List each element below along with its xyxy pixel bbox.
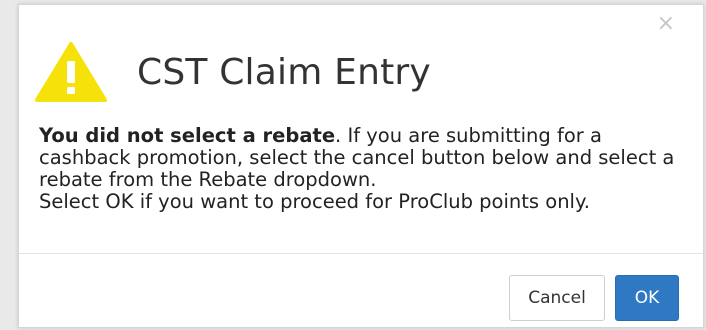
footer-divider bbox=[19, 253, 703, 254]
close-icon[interactable]: × bbox=[657, 13, 675, 35]
dialog-message: You did not select a rebate. If you are … bbox=[39, 125, 679, 213]
message-paragraph-1: You did not select a rebate. If you are … bbox=[39, 125, 679, 191]
warning-triangle-icon bbox=[35, 42, 107, 102]
dialog-title: CST Claim Entry bbox=[137, 51, 431, 93]
cancel-button[interactable]: Cancel bbox=[509, 275, 605, 321]
dialog-header: CST Claim Entry bbox=[35, 27, 431, 117]
message-bold-lead: You did not select a rebate bbox=[39, 124, 336, 147]
dialog-footer: Cancel OK bbox=[509, 275, 679, 321]
ok-button[interactable]: OK bbox=[615, 275, 679, 321]
claim-warning-dialog: × CST Claim Entry You did not select a r… bbox=[18, 4, 704, 328]
message-paragraph-2: Select OK if you want to proceed for Pro… bbox=[39, 190, 590, 213]
